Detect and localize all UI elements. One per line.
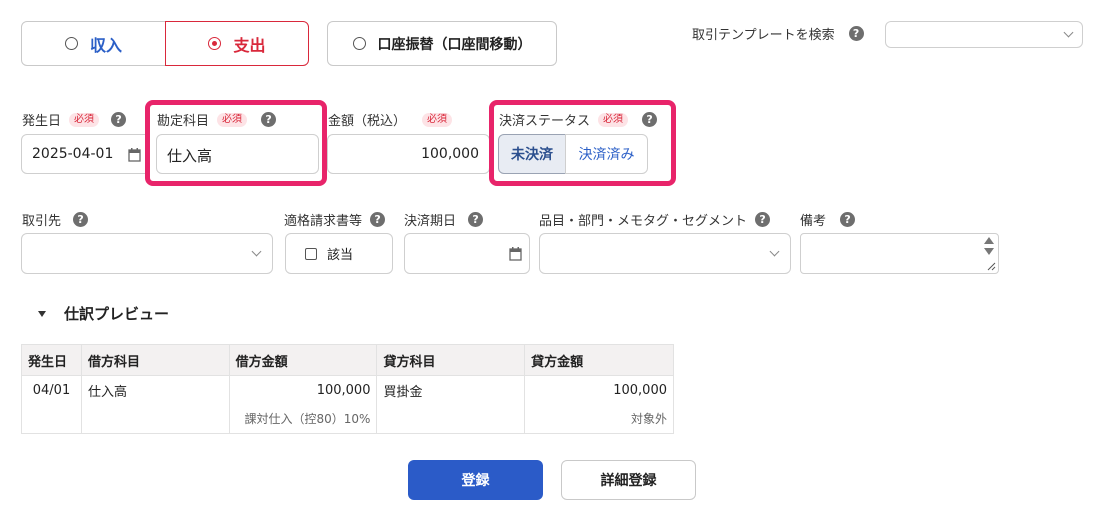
chevron-down-icon — [1063, 27, 1074, 38]
partner-label: 取引先 ? — [22, 210, 89, 229]
date-value: 2025-04-01 — [32, 146, 114, 162]
account-highlight — [145, 100, 327, 186]
status-highlight — [489, 100, 676, 186]
required-badge: 必須 — [69, 112, 100, 127]
journal-preview-table: 発生日 借方科目 借方金額 貸方科目 貸方金額 04/01 仕入高 100,00… — [21, 344, 674, 434]
amount-input[interactable]: 100,000 — [327, 134, 490, 174]
spinner-arrows-icon[interactable] — [983, 236, 995, 256]
detail-register-button[interactable]: 詳細登録 — [561, 460, 696, 500]
preview-title: 仕訳プレビュー — [64, 305, 170, 323]
caret-down-icon — [38, 310, 46, 317]
cell-date: 04/01 — [21, 375, 82, 405]
preview-toggle[interactable]: 仕訳プレビュー — [38, 303, 169, 324]
invoice-checkbox-label: 該当 — [327, 248, 354, 263]
table-row: 04/01 仕入高 100,000 買掛金 100,000 — [21, 375, 674, 405]
memo-label: 備考 ? — [800, 210, 856, 229]
expense-toggle[interactable]: 支出 — [165, 21, 309, 66]
due-date-input[interactable] — [404, 233, 530, 274]
required-badge: 必須 — [422, 112, 453, 127]
date-input[interactable]: 2025-04-01 — [21, 134, 149, 174]
register-button[interactable]: 登録 — [408, 460, 543, 500]
checkbox-icon[interactable] — [305, 247, 317, 260]
cell-credit-account: 買掛金 — [376, 375, 526, 405]
income-toggle[interactable]: 収入 — [21, 21, 166, 66]
column-header: 貸方金額 — [524, 344, 674, 376]
date-label: 発生日 必須 ? — [22, 110, 127, 129]
expense-radio-icon — [208, 37, 222, 50]
help-icon[interactable]: ? — [73, 212, 89, 227]
invoice-label: 適格請求書等 ? — [284, 210, 386, 229]
calendar-icon — [128, 148, 141, 162]
chevron-down-icon — [769, 246, 780, 257]
transfer-radio-icon — [352, 37, 366, 50]
amount-label: 金額（税込） 必須 — [328, 110, 453, 129]
help-icon[interactable]: ? — [840, 212, 856, 227]
resize-handle-icon[interactable] — [987, 262, 996, 271]
invoice-checkbox-box[interactable]: 該当 — [285, 233, 393, 274]
template-search-select[interactable] — [885, 21, 1083, 48]
amount-value: 100,000 — [421, 146, 479, 162]
transfer-label: 口座振替（口座間移動） — [377, 36, 532, 53]
partner-select[interactable] — [21, 233, 273, 274]
due-date-label: 決済期日 ? — [404, 210, 484, 229]
item-label: 品目・部門・メモタグ・セグメント ? — [539, 210, 771, 229]
help-icon[interactable]: ? — [111, 112, 127, 127]
table-subrow: 課対仕入（控80）10% 対象外 — [21, 404, 674, 434]
chevron-down-icon — [251, 246, 262, 257]
help-icon[interactable]: ? — [370, 212, 386, 227]
expense-label: 支出 — [233, 35, 266, 55]
cell-debit-tax: 課対仕入（控80）10% — [228, 404, 378, 434]
help-icon[interactable]: ? — [848, 26, 864, 41]
cell-debit-account: 仕入高 — [80, 375, 230, 405]
calendar-icon — [509, 247, 522, 261]
template-search-label: 取引テンプレートを検索 ? — [692, 24, 864, 43]
cell-debit-amount: 100,000 — [228, 375, 378, 405]
cell-credit-tax: 対象外 — [524, 404, 674, 434]
transfer-toggle[interactable]: 口座振替（口座間移動） — [327, 21, 557, 66]
column-header: 貸方科目 — [376, 344, 526, 376]
memo-textarea[interactable] — [800, 233, 999, 274]
help-icon[interactable]: ? — [468, 212, 484, 227]
cell-credit-amount: 100,000 — [524, 375, 674, 405]
income-label: 収入 — [89, 35, 122, 55]
income-radio-icon — [64, 37, 78, 50]
column-header: 借方金額 — [228, 344, 378, 376]
table-header-row: 発生日 借方科目 借方金額 貸方科目 貸方金額 — [21, 344, 674, 376]
column-header: 借方科目 — [80, 344, 230, 376]
item-select[interactable] — [539, 233, 791, 274]
help-icon[interactable]: ? — [755, 212, 771, 227]
column-header: 発生日 — [21, 344, 82, 376]
